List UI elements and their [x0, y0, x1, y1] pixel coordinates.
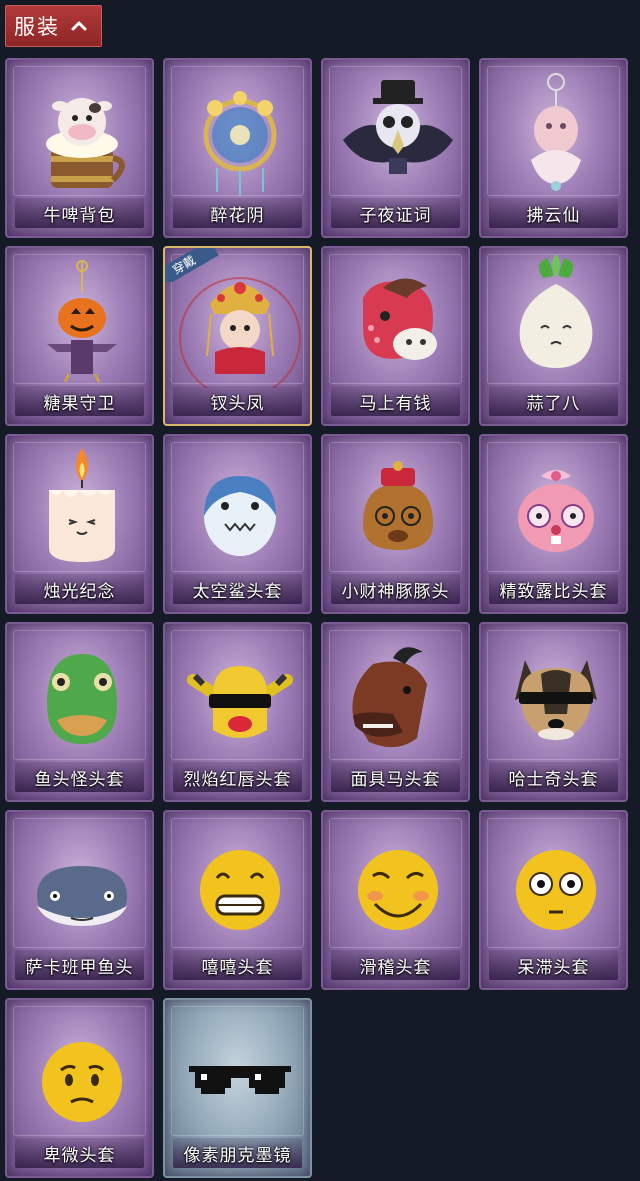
costume-name: 子夜证词: [359, 206, 432, 225]
costume-card[interactable]: 太空鲨头套: [163, 434, 312, 614]
costume-card[interactable]: 烛光纪念: [5, 434, 154, 614]
yellow-mask-sunglasses-icon: [187, 666, 293, 738]
costume-card[interactable]: 小财神豚豚头: [321, 434, 470, 614]
costume-name: 牛啤背包: [43, 206, 116, 225]
costume-name: 小财神豚豚头: [341, 582, 450, 601]
husky-sunglasses-icon: [515, 660, 597, 740]
funny-emoji-head-icon: [358, 850, 438, 930]
space-shark-head-icon: [204, 476, 276, 556]
costume-name: 像素朋克墨镜: [183, 1146, 292, 1165]
costume-name: 呆滞头套: [517, 958, 590, 977]
costume-name: 醉花阴: [210, 206, 265, 225]
costume-card[interactable]: 卑微头套: [5, 998, 154, 1178]
flower-dreamcatcher-icon: [203, 91, 277, 196]
costume-card[interactable]: 精致露比头套: [479, 434, 628, 614]
pixel-sunglasses-icon: [189, 1066, 291, 1094]
raven-plague-mask-icon: [343, 80, 453, 174]
costume-card[interactable]: 拂云仙: [479, 58, 628, 238]
chevron-up-icon: [70, 20, 88, 32]
costume-card[interactable]: 子夜证词: [321, 58, 470, 238]
costume-category-tab[interactable]: 服装: [5, 5, 102, 47]
costume-name: 太空鲨头套: [192, 582, 283, 601]
capybara-fortune-head-icon: [363, 461, 433, 550]
costume-card[interactable]: 糖果守卫: [5, 246, 154, 426]
candle-icon: [49, 448, 115, 562]
costume-card[interactable]: 哈士奇头套: [479, 622, 628, 802]
costume-card[interactable]: 滑稽头套: [321, 810, 470, 990]
costume-name: 鱼头怪头套: [34, 770, 125, 789]
costume-name: 钗头凤: [210, 394, 265, 413]
grinning-emoji-head-icon: [200, 850, 280, 930]
costume-name: 拂云仙: [526, 206, 581, 225]
sacabambaspis-head-icon: [37, 866, 127, 926]
costume-card[interactable]: 烈焰红唇头套: [163, 622, 312, 802]
costume-name: 萨卡班甲鱼头: [25, 958, 134, 977]
cow-beer-backpack-icon: [46, 98, 125, 188]
costume-name: 蒜了八: [526, 394, 581, 413]
costume-card[interactable]: 鱼头怪头套: [5, 622, 154, 802]
costume-name: 马上有钱: [359, 394, 432, 413]
cloud-fairy-ornament-icon: [531, 73, 581, 191]
humble-emoji-head-icon: [42, 1042, 122, 1122]
costume-card[interactable]: 钗头凤 穿戴: [163, 246, 312, 426]
costume-card[interactable]: 牛啤背包: [5, 58, 154, 238]
costume-name: 卑微头套: [43, 1146, 116, 1165]
equipped-badge-label: 穿戴: [165, 248, 219, 282]
costume-name: 滑稽头套: [359, 958, 432, 977]
dazed-emoji-head-icon: [516, 850, 596, 930]
garlic-icon: [519, 254, 593, 368]
costume-card[interactable]: 像素朋克墨镜: [163, 998, 312, 1178]
costume-card[interactable]: 呆滞头套: [479, 810, 628, 990]
fish-monster-head-icon: [47, 654, 117, 744]
costume-card[interactable]: 马上有钱: [321, 246, 470, 426]
pumpkin-scarecrow-icon: [47, 260, 117, 383]
equipped-badge: 穿戴: [165, 248, 223, 282]
costume-name: 烛光纪念: [43, 582, 116, 601]
costume-card[interactable]: 醉花阴: [163, 58, 312, 238]
horse-mask-icon: [352, 647, 427, 748]
costume-name: 糖果守卫: [43, 394, 116, 413]
costume-name: 面具马头套: [350, 770, 441, 789]
red-horse-head-icon: [363, 278, 437, 360]
costume-card[interactable]: 蒜了八: [479, 246, 628, 426]
costume-name: 嘻嘻头套: [201, 958, 274, 977]
costume-card[interactable]: 萨卡班甲鱼头: [5, 810, 154, 990]
costume-name: 烈焰红唇头套: [183, 770, 292, 789]
costume-category-label: 服装: [14, 16, 60, 39]
costume-name: 哈士奇头套: [508, 770, 599, 789]
costume-name: 精致露比头套: [499, 582, 608, 601]
pink-beaver-head-icon: [518, 470, 594, 552]
costume-card[interactable]: 嘻嘻头套: [163, 810, 312, 990]
costume-card[interactable]: 面具马头套: [321, 622, 470, 802]
